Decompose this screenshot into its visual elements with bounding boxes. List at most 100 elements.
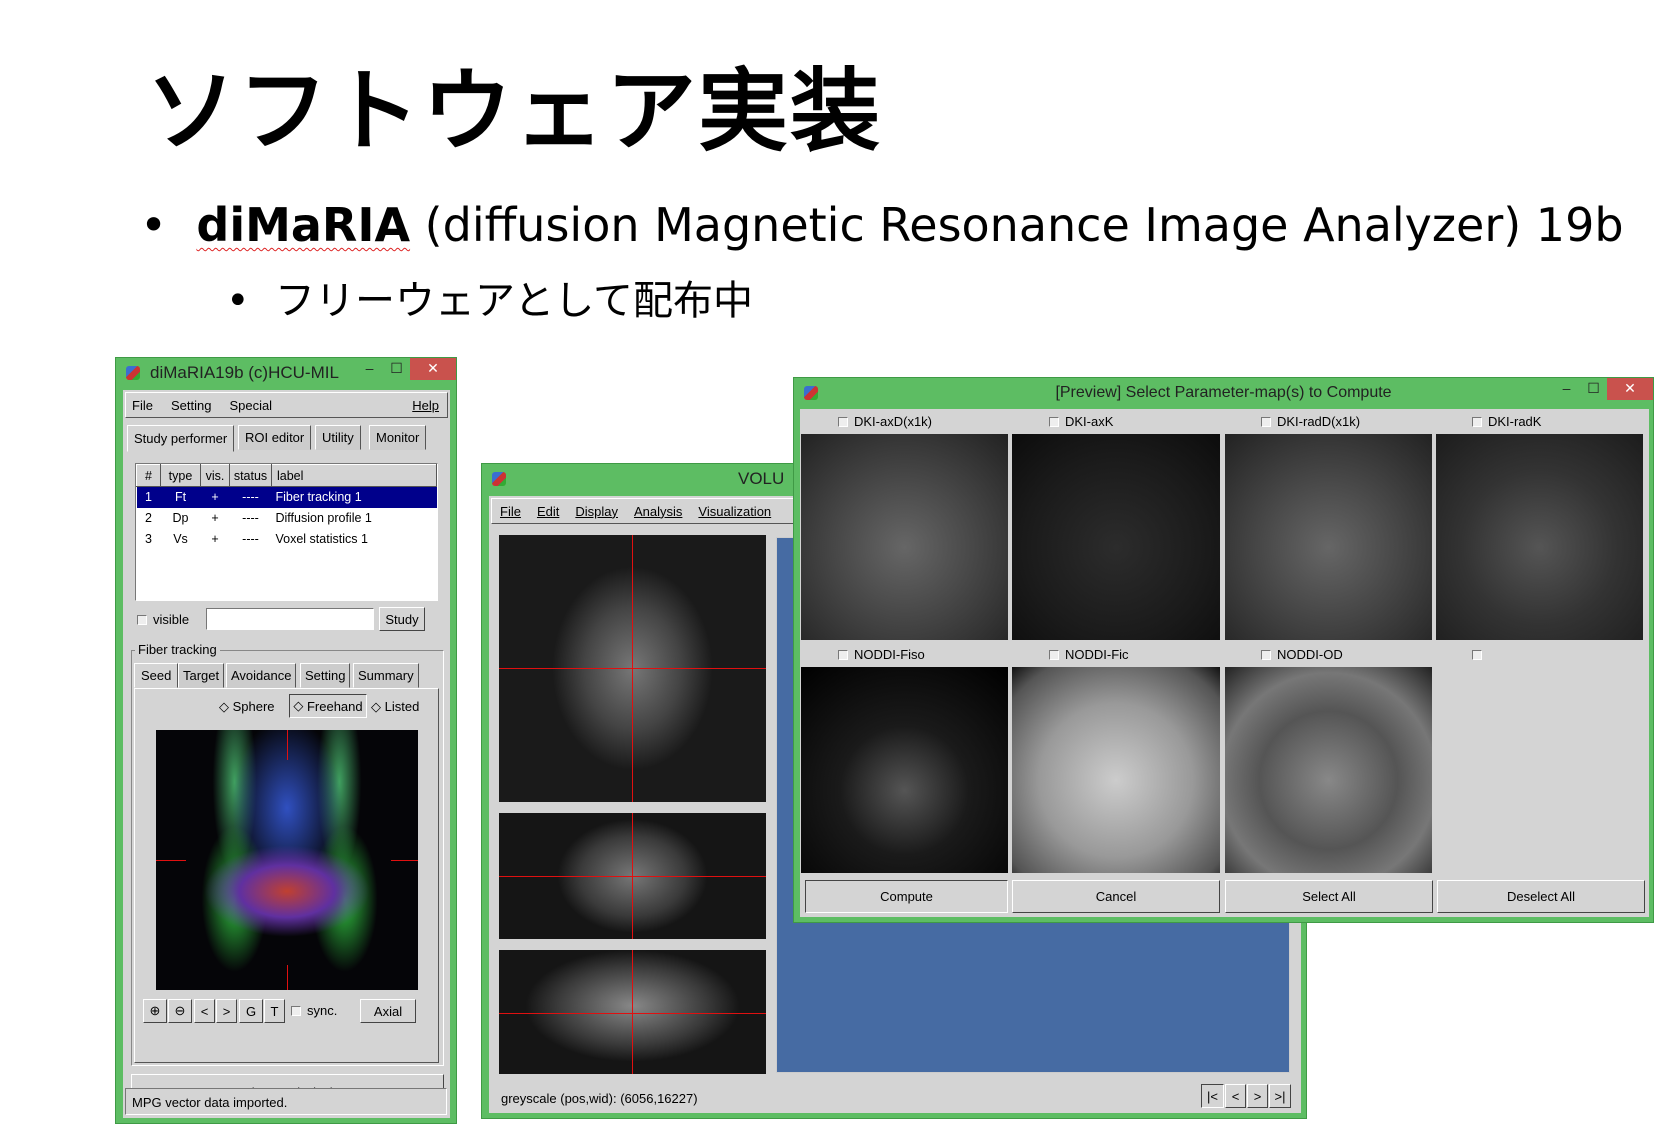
tab-utility[interactable]: Utility xyxy=(315,425,361,450)
menu-file[interactable]: File xyxy=(132,398,153,413)
next-button[interactable]: > xyxy=(1247,1084,1268,1108)
next-slice-button[interactable]: > xyxy=(216,999,237,1023)
axial-view[interactable] xyxy=(499,535,766,802)
map-checkbox-noddi-od[interactable]: NODDI-OD xyxy=(1261,647,1343,662)
maximize-icon[interactable]: ☐ xyxy=(1580,378,1607,400)
map-checkbox-dki-axd[interactable]: DKI-axD(x1k) xyxy=(838,414,932,429)
first-button[interactable]: |< xyxy=(1201,1084,1224,1108)
visible-checkbox[interactable]: visible xyxy=(137,612,189,627)
main-body: File Setting Special Help Study performe… xyxy=(123,390,450,1118)
tab-roi-editor[interactable]: ROI editor xyxy=(238,425,312,450)
menu-bar: File Setting Special Help xyxy=(125,392,448,418)
study-button[interactable]: Study xyxy=(379,607,425,631)
zoom-in-icon[interactable]: ⊕ xyxy=(143,999,167,1023)
table-row[interactable]: 3 Vs + ---- Voxel statistics 1 xyxy=(137,529,437,550)
minimize-icon[interactable]: – xyxy=(1553,378,1580,400)
sagittal-view[interactable] xyxy=(499,950,766,1074)
cancel-button[interactable]: Cancel xyxy=(1012,880,1220,913)
map-checkbox-empty[interactable] xyxy=(1472,647,1488,662)
map-image-noddi-od[interactable] xyxy=(1225,667,1432,873)
menu-help[interactable]: Help xyxy=(412,398,439,413)
checkbox-icon xyxy=(1049,650,1059,660)
col-vis[interactable]: vis. xyxy=(200,464,230,487)
axial-button[interactable]: Axial xyxy=(360,999,416,1023)
map-image-noddi-fiso[interactable] xyxy=(801,667,1008,873)
checkbox-icon xyxy=(1261,417,1271,427)
close-icon[interactable]: ✕ xyxy=(410,358,456,380)
col-number[interactable]: # xyxy=(136,464,161,487)
compute-button[interactable]: Compute xyxy=(805,880,1008,913)
deselect-all-button[interactable]: Deselect All xyxy=(1437,880,1645,913)
cell: Diffusion profile 1 xyxy=(275,511,372,525)
slide-title: ソフトウェア実装 xyxy=(146,59,882,164)
map-checkbox-dki-radk[interactable]: DKI-radK xyxy=(1472,414,1541,429)
cell: 1 xyxy=(145,490,152,505)
close-icon[interactable]: ✕ xyxy=(1607,378,1653,400)
tab-monitor[interactable]: Monitor xyxy=(369,425,427,450)
map-image-dki-radd[interactable] xyxy=(1225,434,1432,640)
table-header: # type vis. status label xyxy=(136,464,437,487)
minimize-icon[interactable]: – xyxy=(356,358,383,380)
cell: Vs xyxy=(173,532,188,546)
map-image-noddi-fic[interactable] xyxy=(1012,667,1220,873)
window-title: [Preview] Select Parameter-map(s) to Com… xyxy=(1055,384,1392,401)
coronal-view[interactable] xyxy=(499,813,766,939)
map-checkbox-noddi-fiso[interactable]: NODDI-Fiso xyxy=(838,647,925,662)
menu-visualization[interactable]: Visualization xyxy=(698,504,771,519)
menu-edit[interactable]: Edit xyxy=(537,504,559,519)
map-image-dki-axk[interactable] xyxy=(1012,434,1220,640)
menu-special[interactable]: Special xyxy=(229,398,272,413)
prev-slice-button[interactable]: < xyxy=(194,999,215,1023)
map-checkbox-noddi-fic[interactable]: NODDI-Fic xyxy=(1049,647,1129,662)
subtab-setting[interactable]: Setting xyxy=(300,663,351,688)
title-bar[interactable]: diMaRIA19b (c)HCU-MIL – ☐ ✕ xyxy=(116,358,456,388)
cell: + xyxy=(211,532,219,546)
last-button[interactable]: >| xyxy=(1269,1084,1291,1108)
select-all-button[interactable]: Select All xyxy=(1225,880,1433,913)
map-checkbox-dki-axk[interactable]: DKI-axK xyxy=(1049,414,1113,429)
maximize-icon[interactable]: ☐ xyxy=(383,358,410,380)
preview-window: [Preview] Select Parameter-map(s) to Com… xyxy=(793,377,1654,923)
table-row[interactable]: 1 Ft + ---- Fiber tracking 1 xyxy=(136,486,437,508)
study-name-input[interactable] xyxy=(206,608,374,630)
status-bar: MPG vector data imported. xyxy=(125,1088,447,1115)
menu-analysis[interactable]: Analysis xyxy=(634,504,682,519)
menu-display[interactable]: Display xyxy=(575,504,618,519)
radio-label: Listed xyxy=(384,699,420,714)
group-label: Fiber tracking xyxy=(135,642,220,657)
map-image-dki-radk[interactable] xyxy=(1436,434,1643,640)
tab-study-performer[interactable]: Study performer xyxy=(127,425,235,452)
title-bar[interactable]: [Preview] Select Parameter-map(s) to Com… xyxy=(794,378,1653,408)
checkbox-icon xyxy=(1472,417,1482,427)
menu-file[interactable]: File xyxy=(500,504,521,519)
col-status[interactable]: status xyxy=(229,464,272,487)
t-button[interactable]: T xyxy=(264,999,285,1023)
col-type[interactable]: type xyxy=(160,464,201,487)
subtab-summary[interactable]: Summary xyxy=(353,663,419,688)
radio-freehand[interactable]: ◇ Freehand xyxy=(289,694,367,718)
subtab-avoidance[interactable]: Avoidance xyxy=(226,663,297,688)
subtab-target[interactable]: Target xyxy=(178,663,225,688)
sync-label: sync. xyxy=(307,1003,338,1018)
table-row[interactable]: 2 Dp + ---- Diffusion profile 1 xyxy=(137,508,437,529)
radio-listed[interactable]: ◇ Listed xyxy=(371,699,419,715)
radio-label: Freehand xyxy=(306,698,363,714)
menu-setting[interactable]: Setting xyxy=(171,398,211,413)
zoom-out-icon[interactable]: ⊖ xyxy=(168,999,192,1023)
app-name: diMaRIA xyxy=(196,198,411,252)
map-label: DKI-axD(x1k) xyxy=(854,414,933,429)
cell: Ft xyxy=(174,490,187,505)
col-label[interactable]: label xyxy=(271,464,437,487)
map-label: NODDI-Fic xyxy=(1065,647,1129,662)
map-checkbox-dki-radd[interactable]: DKI-radD(x1k) xyxy=(1261,414,1360,429)
subtab-seed[interactable]: Seed xyxy=(134,663,179,688)
radio-sphere[interactable]: ◇ Sphere xyxy=(219,699,275,715)
g-button[interactable]: G xyxy=(239,999,263,1023)
prev-button[interactable]: < xyxy=(1225,1084,1246,1108)
map-label: DKI-axK xyxy=(1065,414,1114,429)
checkbox-icon xyxy=(1049,417,1059,427)
map-image-dki-axd[interactable] xyxy=(801,434,1008,640)
checkbox-icon xyxy=(838,650,848,660)
sync-checkbox[interactable]: sync. xyxy=(291,1003,337,1018)
fiber-tracking-image[interactable] xyxy=(156,730,418,990)
